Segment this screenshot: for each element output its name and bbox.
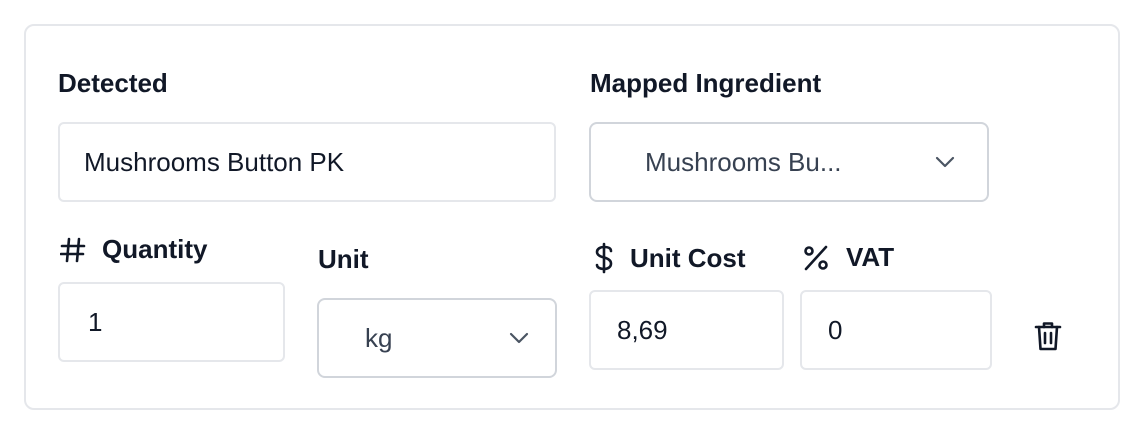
mapped-ingredient-label-text: Mapped Ingredient — [590, 68, 822, 98]
mapped-ingredient-label: Mapped Ingredient — [590, 68, 821, 99]
quantity-field[interactable] — [58, 282, 285, 362]
vat-label-text: VAT — [846, 242, 895, 272]
mapped-ingredient-value: Mushrooms Bu... — [645, 146, 842, 177]
delete-button[interactable] — [1034, 320, 1062, 357]
vat-field[interactable] — [800, 290, 992, 370]
chevron-down-icon — [509, 332, 529, 344]
chevron-down-icon — [935, 156, 955, 168]
vat-input[interactable] — [802, 292, 990, 368]
unit-cost-label-text: Unit Cost — [630, 242, 746, 273]
vat-label: VAT — [802, 242, 894, 273]
quantity-label-text: Quantity — [102, 234, 208, 264]
quantity-input[interactable] — [60, 284, 283, 360]
detected-label: Detected — [58, 68, 168, 99]
detected-label-text: Detected — [58, 68, 168, 98]
unit-select[interactable]: kg — [317, 298, 557, 378]
detected-input[interactable] — [60, 124, 554, 200]
trash-icon — [1034, 320, 1062, 357]
mapped-ingredient-select[interactable]: Mushrooms Bu... — [589, 122, 989, 202]
unit-cost-label: Unit Cost — [594, 242, 746, 274]
quantity-label: Quantity — [60, 234, 207, 265]
unit-cost-field[interactable] — [589, 290, 784, 370]
unit-label: Unit — [318, 244, 369, 275]
unit-label-text: Unit — [318, 244, 369, 274]
detected-field[interactable] — [58, 122, 556, 202]
unit-cost-input[interactable] — [591, 292, 782, 368]
percent-icon — [802, 244, 830, 272]
hash-icon — [60, 236, 86, 264]
unit-value: kg — [365, 322, 393, 353]
dollar-icon — [594, 242, 614, 274]
